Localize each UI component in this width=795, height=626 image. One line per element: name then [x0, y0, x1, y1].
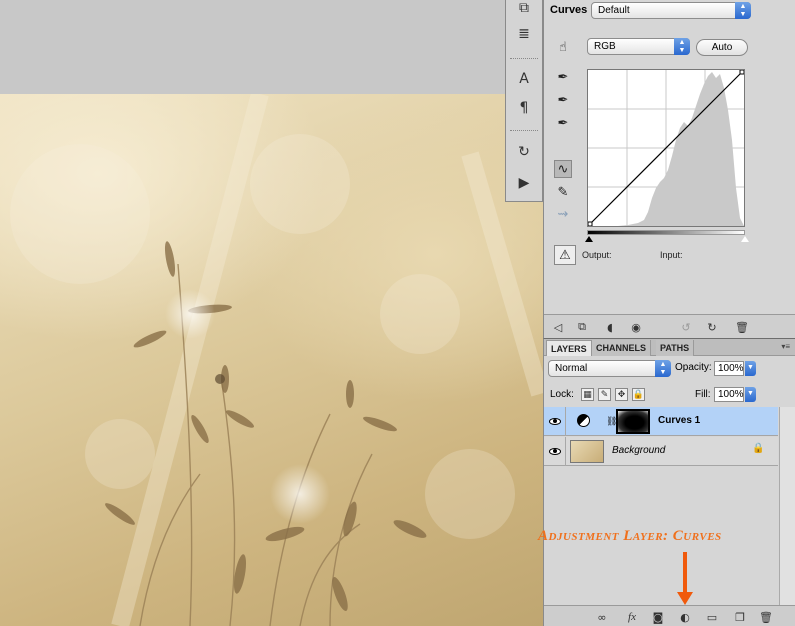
- eye-icon: [548, 448, 561, 455]
- blend-mode-select[interactable]: Normal ▲ ▼: [548, 360, 671, 377]
- layers-footer: ∞ fx ◙ ◐ ▭ ❐ 🗑: [544, 605, 795, 626]
- document-image[interactable]: [0, 94, 543, 626]
- adjustment-layer-icon: [577, 414, 590, 427]
- opacity-arrow-icon[interactable]: ▼: [745, 361, 756, 376]
- layer-visibility-toggle[interactable]: [544, 407, 566, 436]
- character-icon[interactable]: A: [514, 69, 534, 89]
- clipping-warning-icon[interactable]: ⚠: [554, 245, 576, 265]
- fill-label: Fill:: [695, 389, 711, 400]
- fill-arrow-icon[interactable]: ▼: [745, 387, 756, 402]
- lock-label: Lock:: [550, 389, 574, 400]
- photoshop-workspace: ⧉ ≣ A ¶ ↻ ▶ Curves Default ▲ ▼ ☝ RGB ▲ ▼ A…: [0, 0, 795, 626]
- new-group-icon[interactable]: ▭: [704, 609, 720, 625]
- panel-menu-icon[interactable]: ▾≡: [781, 342, 790, 351]
- layer-name[interactable]: Curves 1: [658, 415, 700, 426]
- channel-select[interactable]: RGB ▲ ▼: [587, 38, 690, 55]
- adjustments-footer: ◁ ⧉ ◖ ◉ ↺ ↻ 🗑: [544, 314, 795, 338]
- adjustments-panel: Curves Default ▲ ▼ ☝ RGB ▲ ▼ Auto ✒ ✒ ✒ ∿ …: [543, 0, 795, 338]
- layers-panel: LAYERS CHANNELS PATHS ▾≡ Normal ▲ ▼ Opaci…: [543, 338, 795, 626]
- auto-button[interactable]: Auto: [696, 39, 748, 56]
- input-label: Input:: [660, 250, 683, 260]
- trash-icon[interactable]: 🗑: [758, 609, 774, 625]
- layers-scrollbar[interactable]: [779, 407, 795, 605]
- layer-thumbnail[interactable]: [570, 440, 604, 463]
- layers-tabs: LAYERS CHANNELS PATHS ▾≡: [544, 339, 795, 356]
- reset-icon[interactable]: ↻: [704, 319, 720, 335]
- canvas-background: [0, 0, 505, 94]
- curves-title: Curves: [550, 4, 588, 16]
- curve-point-icon[interactable]: ∿: [554, 160, 572, 178]
- clip-layer-icon[interactable]: ◖: [602, 319, 618, 335]
- white-point-slider[interactable]: [741, 236, 749, 242]
- layer-visibility-toggle[interactable]: [544, 437, 566, 466]
- actions-icon[interactable]: ▶: [514, 173, 534, 193]
- fill-field[interactable]: 100%: [714, 387, 744, 402]
- blend-mode-value: Normal: [555, 363, 588, 374]
- lock-all-icon[interactable]: 🔒: [632, 388, 645, 401]
- lock-position-icon[interactable]: ✥: [615, 388, 628, 401]
- link-icon[interactable]: ∞: [594, 609, 610, 625]
- eye-icon: [548, 418, 561, 425]
- select-arrows-icon: ▲ ▼: [735, 2, 751, 19]
- curves-graph[interactable]: [587, 69, 745, 227]
- new-adjustment-icon[interactable]: ◐: [677, 609, 693, 625]
- layer-row-curves-1[interactable]: ⛓ Curves 1: [544, 407, 778, 436]
- layer-mask-thumbnail[interactable]: [616, 409, 650, 434]
- mask-icon[interactable]: ◙: [650, 609, 666, 625]
- opacity-label: Opacity:: [675, 362, 712, 373]
- input-gradient-bar: [587, 230, 745, 235]
- select-arrows-icon: ▲ ▼: [674, 38, 690, 55]
- black-point-slider[interactable]: [585, 236, 593, 242]
- target-adjust-icon[interactable]: ☝: [554, 38, 572, 56]
- curve-point-black[interactable]: [587, 221, 593, 227]
- black-eyedropper-icon[interactable]: ✒: [554, 68, 572, 86]
- panel-dock-strip: ⧉ ≣ A ¶ ↻ ▶: [505, 0, 543, 202]
- dock-separator: [510, 130, 538, 131]
- curves-graph-svg: [587, 69, 745, 227]
- grass-photo-graphic: [10, 94, 543, 626]
- visibility-icon[interactable]: ◉: [628, 319, 644, 335]
- tab-paths[interactable]: PATHS: [656, 340, 695, 356]
- tool-presets-icon[interactable]: ≣: [514, 24, 534, 44]
- expand-view-icon[interactable]: ⧉: [574, 319, 590, 335]
- gray-eyedropper-icon[interactable]: ✒: [554, 91, 572, 109]
- lock-image-icon[interactable]: ✎: [598, 388, 611, 401]
- trash-icon[interactable]: 🗑: [734, 319, 750, 335]
- layer-row-background[interactable]: Background 🔒: [544, 437, 778, 466]
- select-arrows-icon: ▲ ▼: [655, 360, 671, 377]
- preset-select[interactable]: Default ▲ ▼: [591, 2, 751, 19]
- layer-name[interactable]: Background: [612, 445, 665, 456]
- layer-comps-icon[interactable]: ⧉: [514, 0, 534, 18]
- tab-channels[interactable]: CHANNELS: [592, 340, 652, 356]
- opacity-field[interactable]: 100%: [714, 361, 744, 376]
- smooth-icon[interactable]: ⇝: [554, 205, 572, 223]
- output-label: Output:: [582, 250, 612, 260]
- history-icon[interactable]: ↻: [514, 142, 534, 162]
- tab-layers[interactable]: LAYERS: [546, 340, 592, 356]
- lock-icon: 🔒: [752, 443, 765, 454]
- back-arrow-icon[interactable]: ◁: [550, 319, 566, 335]
- annotation-arrow-head: [677, 592, 693, 605]
- paragraph-icon[interactable]: ¶: [514, 98, 534, 118]
- pencil-icon[interactable]: ✎: [554, 183, 572, 201]
- dock-separator: [510, 58, 538, 59]
- new-layer-icon[interactable]: ❐: [732, 609, 748, 625]
- curve-point-white[interactable]: [739, 69, 745, 75]
- white-eyedropper-icon[interactable]: ✒: [554, 114, 572, 132]
- preset-value: Default: [598, 5, 630, 16]
- lock-transparent-icon[interactable]: ▦: [581, 388, 594, 401]
- previous-state-icon[interactable]: ↺: [678, 319, 694, 335]
- fx-icon[interactable]: fx: [624, 609, 640, 625]
- channel-value: RGB: [594, 41, 616, 52]
- annotation-arrow-line: [683, 552, 687, 594]
- annotation-label: Adjustment Layer: Curves: [538, 528, 722, 544]
